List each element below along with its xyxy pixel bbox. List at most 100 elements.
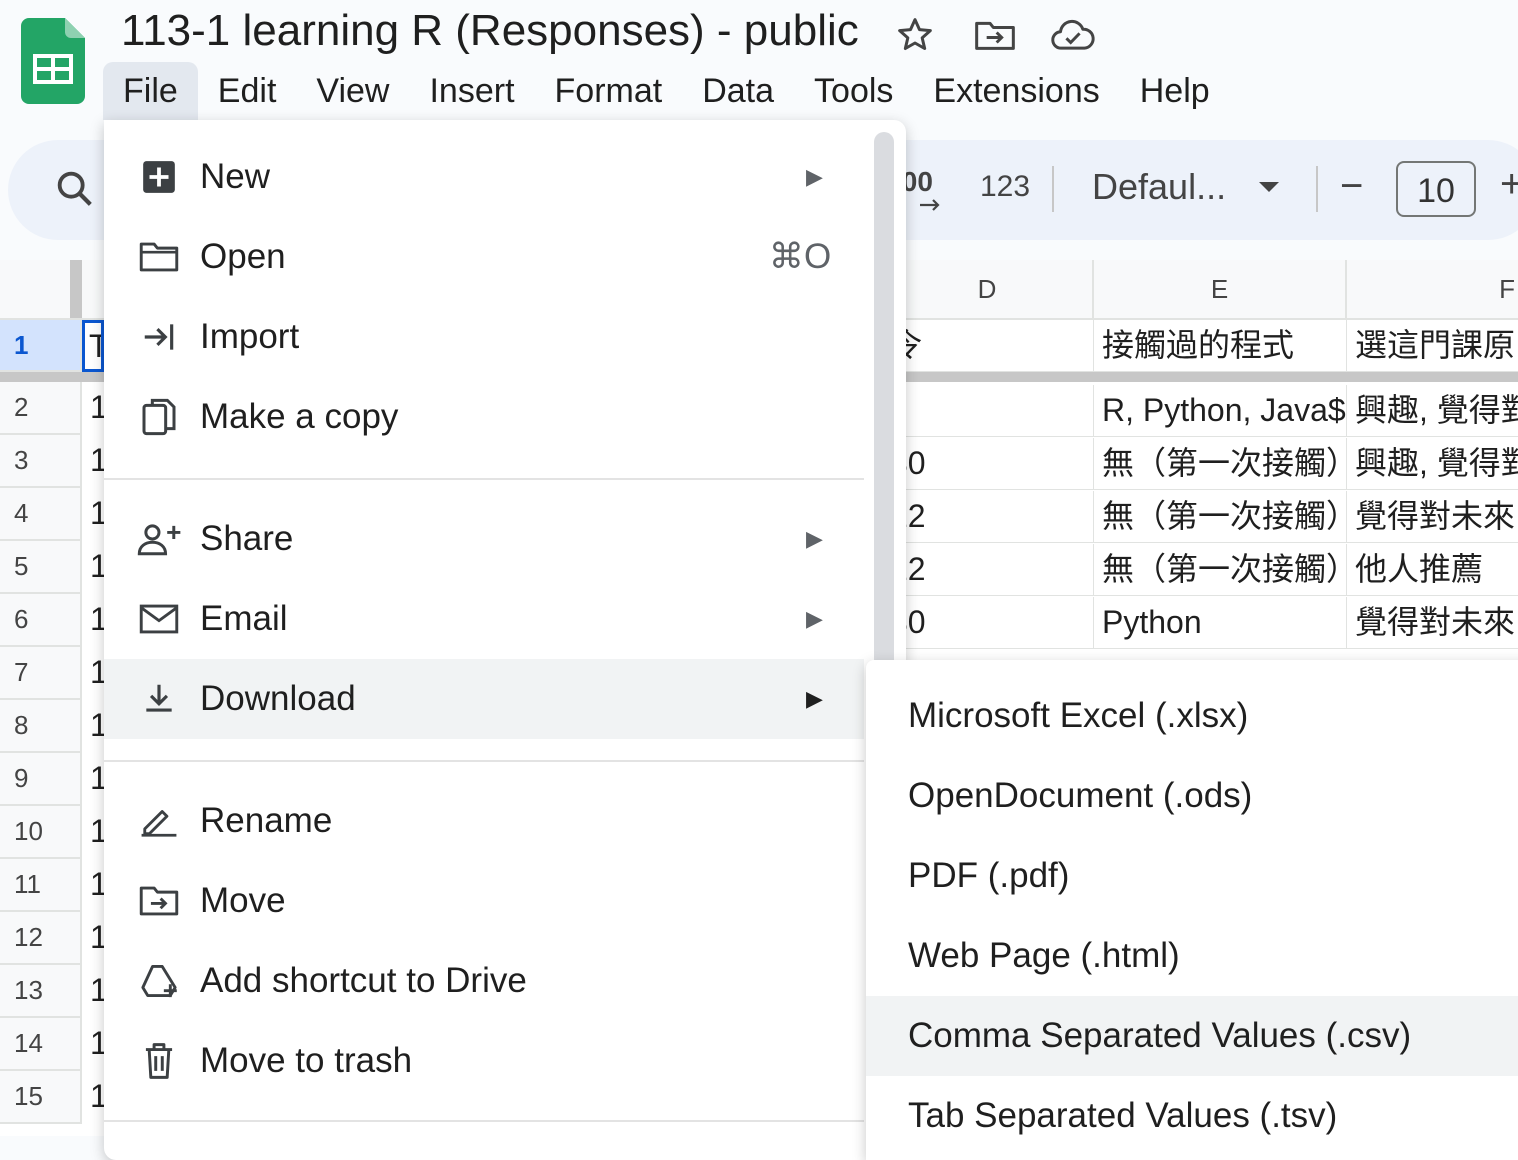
search-icon[interactable] bbox=[52, 166, 98, 212]
decrease-font-size-button[interactable]: − bbox=[1340, 164, 1363, 209]
download-csv[interactable]: Comma Separated Values (.csv) bbox=[866, 996, 1518, 1076]
cell-e1[interactable]: 接觸過的程式 bbox=[1094, 320, 1347, 372]
cell-f3[interactable]: 興趣, 覺得對 bbox=[1347, 438, 1518, 490]
font-size-input[interactable]: 10 bbox=[1396, 161, 1476, 217]
cell-f1[interactable]: 選這門課原 bbox=[1347, 320, 1518, 372]
cell-e3[interactable]: 無（第一次接觸） bbox=[1094, 438, 1347, 490]
cell-e6[interactable]: Python bbox=[1094, 597, 1347, 649]
cell-f4[interactable]: 覺得對未來 bbox=[1347, 491, 1518, 543]
move-folder-icon[interactable] bbox=[972, 12, 1018, 58]
font-family-select[interactable]: Defaul... bbox=[1092, 166, 1226, 208]
cell-d2[interactable] bbox=[882, 385, 1094, 437]
menu-item-download[interactable]: Download ▶ bbox=[104, 659, 864, 739]
cell-a[interactable]: 1 bbox=[82, 700, 104, 753]
cell-a[interactable]: 1 bbox=[82, 435, 104, 488]
cell-a[interactable]: 1 bbox=[82, 859, 104, 912]
row-number[interactable]: 10 bbox=[0, 806, 82, 859]
cell-e4[interactable]: 無（第一次接觸） bbox=[1094, 491, 1347, 543]
cell-d4[interactable]: 22 bbox=[882, 491, 1094, 543]
row-number[interactable]: 13 bbox=[0, 965, 82, 1018]
menu-extensions[interactable]: Extensions bbox=[913, 62, 1119, 120]
download-csv-label: Comma Separated Values (.csv) bbox=[908, 1016, 1412, 1055]
cell-a[interactable]: 1 bbox=[82, 382, 104, 435]
row-number[interactable]: 2 bbox=[0, 382, 82, 435]
row-number[interactable]: 4 bbox=[0, 488, 82, 541]
cell-f5[interactable]: 他人推薦 bbox=[1347, 544, 1518, 596]
cell-a[interactable]: 1 bbox=[82, 647, 104, 700]
freeze-handle[interactable] bbox=[70, 260, 82, 318]
cell-d6[interactable]: 30 bbox=[882, 597, 1094, 649]
increase-decimal-button[interactable]: .00 bbox=[894, 166, 944, 212]
menu-file[interactable]: File bbox=[103, 62, 198, 120]
menu-item-new[interactable]: New ▶ bbox=[104, 137, 864, 217]
download-tsv[interactable]: Tab Separated Values (.tsv) bbox=[866, 1076, 1518, 1156]
menu-item-make-a-copy[interactable]: Make a copy bbox=[104, 377, 864, 457]
download-xlsx[interactable]: Microsoft Excel (.xlsx) bbox=[866, 676, 1518, 756]
menu-view[interactable]: View bbox=[296, 62, 409, 120]
row-number[interactable]: 14 bbox=[0, 1018, 82, 1071]
row-number[interactable]: 7 bbox=[0, 647, 82, 700]
row-number[interactable]: 12 bbox=[0, 912, 82, 965]
menu-item-move-to-trash[interactable]: Move to trash bbox=[104, 1021, 864, 1101]
chevron-down-icon[interactable] bbox=[1257, 180, 1281, 199]
copy-icon bbox=[136, 394, 182, 440]
menu-data[interactable]: Data bbox=[682, 62, 794, 120]
row-number[interactable]: 15 bbox=[0, 1071, 82, 1124]
menu-item-rename[interactable]: Rename bbox=[104, 781, 864, 861]
menu-scrollbar[interactable] bbox=[874, 132, 894, 692]
menu-insert[interactable]: Insert bbox=[409, 62, 534, 120]
menu-format[interactable]: Format bbox=[535, 62, 683, 120]
cell-e2[interactable]: R, Python, Java$ bbox=[1094, 385, 1347, 437]
menu-item-email[interactable]: Email ▶ bbox=[104, 579, 864, 659]
cell-a[interactable]: 1 bbox=[82, 1071, 104, 1124]
column-header-f[interactable]: F bbox=[1347, 260, 1518, 318]
cell-a[interactable]: 1 bbox=[82, 965, 104, 1018]
cell-a[interactable]: 1 bbox=[82, 488, 104, 541]
cloud-saved-icon[interactable] bbox=[1050, 12, 1096, 58]
row-number[interactable]: 6 bbox=[0, 594, 82, 647]
download-ods[interactable]: OpenDocument (.ods) bbox=[866, 756, 1518, 836]
cell-a[interactable]: 1 bbox=[82, 912, 104, 965]
row-number[interactable]: 9 bbox=[0, 753, 82, 806]
menu-item-share[interactable]: Share ▶ bbox=[104, 499, 864, 579]
cell-a[interactable]: 1 bbox=[82, 1018, 104, 1071]
submenu-arrow-icon: ▶ bbox=[806, 686, 823, 711]
cell-d3[interactable]: 30 bbox=[882, 438, 1094, 490]
star-icon[interactable] bbox=[892, 12, 938, 58]
menu-item-move[interactable]: Move bbox=[104, 861, 864, 941]
shortcut-open: ⌘O bbox=[769, 237, 832, 276]
menu-edit[interactable]: Edit bbox=[198, 62, 297, 120]
row-number[interactable]: 1 bbox=[0, 320, 82, 372]
cell-a[interactable]: 1 bbox=[82, 594, 104, 647]
menu-tools[interactable]: Tools bbox=[794, 62, 913, 120]
menu-divider bbox=[104, 478, 864, 480]
cell-a[interactable]: 1 bbox=[82, 753, 104, 806]
menu-label-move-to-trash: Move to trash bbox=[200, 1041, 413, 1080]
menu-label-open: Open bbox=[200, 237, 286, 276]
cell-a1[interactable]: T bbox=[82, 320, 104, 372]
cell-d5[interactable]: 22 bbox=[882, 544, 1094, 596]
number-format-button[interactable]: 123 bbox=[980, 170, 1030, 204]
menu-item-import[interactable]: Import bbox=[104, 297, 864, 377]
menu-item-open[interactable]: Open ⌘O bbox=[104, 217, 864, 297]
download-pdf[interactable]: PDF (.pdf) bbox=[866, 836, 1518, 916]
cell-f2[interactable]: 興趣, 覺得對 bbox=[1347, 385, 1518, 437]
cell-e5[interactable]: 無（第一次接觸） bbox=[1094, 544, 1347, 596]
column-header-e[interactable]: E bbox=[1094, 260, 1347, 318]
menu-item-add-shortcut[interactable]: Add shortcut to Drive bbox=[104, 941, 864, 1021]
cell-d1[interactable]: 令 bbox=[882, 320, 1094, 372]
download-html[interactable]: Web Page (.html) bbox=[866, 916, 1518, 996]
increase-font-size-button[interactable]: + bbox=[1500, 162, 1518, 207]
download-ods-label: OpenDocument (.ods) bbox=[908, 776, 1253, 815]
column-header-d[interactable]: D bbox=[882, 260, 1094, 318]
cell-a[interactable]: 1 bbox=[82, 806, 104, 859]
row-number[interactable]: 8 bbox=[0, 700, 82, 753]
document-title[interactable]: 113-1 learning R (Responses) - public bbox=[121, 4, 859, 58]
menu-help[interactable]: Help bbox=[1120, 62, 1230, 120]
row-number[interactable]: 5 bbox=[0, 541, 82, 594]
row-number[interactable]: 3 bbox=[0, 435, 82, 488]
google-sheets-icon[interactable] bbox=[21, 18, 85, 104]
cell-a[interactable]: 1 bbox=[82, 541, 104, 594]
cell-f6[interactable]: 覺得對未來 bbox=[1347, 597, 1518, 649]
row-number[interactable]: 11 bbox=[0, 859, 82, 912]
